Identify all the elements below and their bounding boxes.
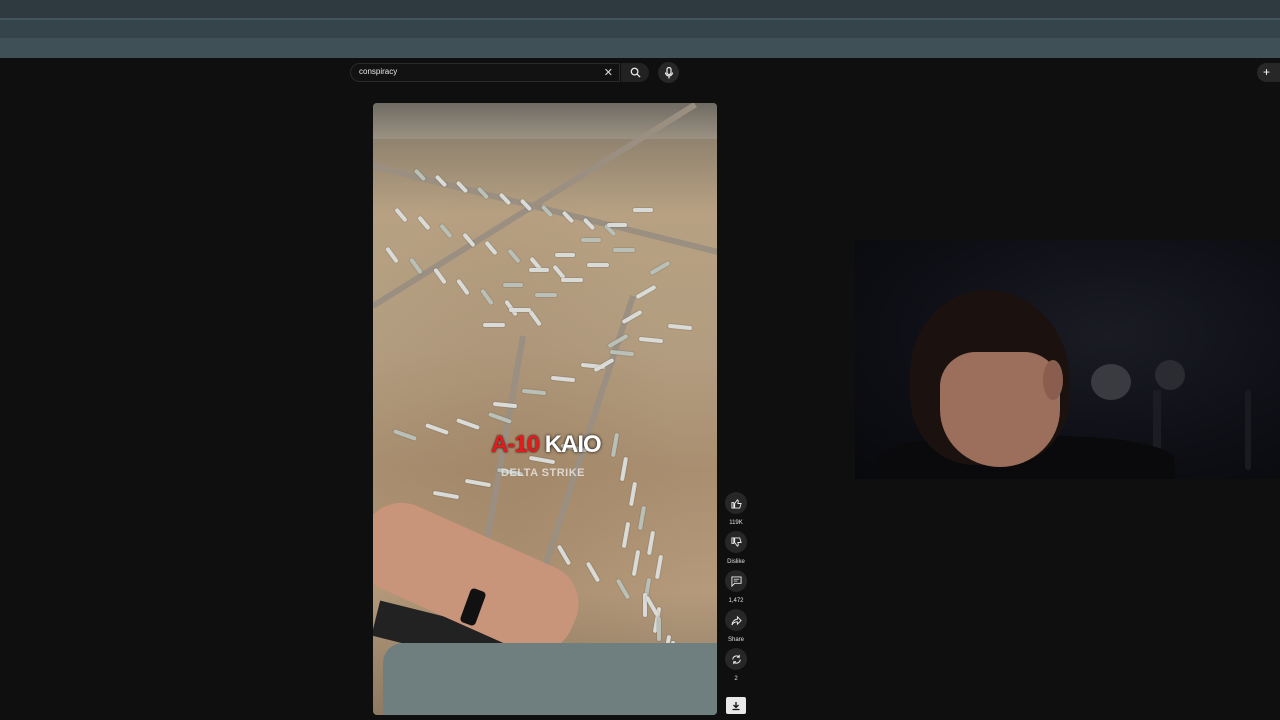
create-button[interactable]: + xyxy=(1257,63,1280,82)
search-icon xyxy=(630,67,641,78)
aircraft xyxy=(480,288,494,306)
aircraft xyxy=(637,506,646,531)
aircraft xyxy=(432,490,460,500)
aircraft xyxy=(668,323,693,331)
aircraft xyxy=(424,423,449,436)
close-icon[interactable]: ✕ xyxy=(604,66,613,79)
aircraft xyxy=(534,293,557,297)
aircraft xyxy=(551,375,576,383)
aircraft xyxy=(528,268,549,272)
aircraft xyxy=(655,554,664,580)
aircraft xyxy=(645,595,660,617)
aircraft xyxy=(527,309,542,327)
aircraft xyxy=(632,208,653,212)
aircraft xyxy=(554,253,575,257)
aircraft xyxy=(464,479,492,488)
aircraft xyxy=(385,246,399,264)
aircraft xyxy=(606,223,627,227)
aircraft xyxy=(393,429,417,441)
aircraft xyxy=(639,336,664,344)
aircraft xyxy=(586,561,601,583)
aircraft xyxy=(484,240,498,256)
download-button[interactable] xyxy=(726,697,746,714)
aircraft xyxy=(503,283,523,287)
dislike-action[interactable]: Dislike xyxy=(723,531,749,565)
webcam-boom-arm xyxy=(1245,390,1251,470)
aircraft xyxy=(508,308,531,312)
webcam-microphone xyxy=(1091,364,1131,400)
search-input[interactable]: conspiracy ✕ xyxy=(350,63,620,82)
aircraft xyxy=(483,323,505,327)
aircraft xyxy=(619,457,628,482)
aircraft xyxy=(394,207,408,223)
aircraft xyxy=(628,481,637,507)
comment-count: 1,472 xyxy=(728,598,744,604)
aircraft xyxy=(586,263,609,267)
video-overlay-title: A-10 KAIO xyxy=(491,431,602,459)
remix-count: 2 xyxy=(734,676,738,682)
thumbs-up-icon xyxy=(730,498,742,509)
aircraft xyxy=(612,248,635,252)
like-count: 119K xyxy=(729,520,743,526)
aircraft xyxy=(416,215,431,231)
dislike-button[interactable] xyxy=(725,531,747,553)
like-button[interactable] xyxy=(725,492,747,514)
aircraft xyxy=(615,578,631,600)
video-seat xyxy=(383,643,717,715)
webcam-overlay xyxy=(855,240,1280,479)
aircraft xyxy=(580,238,601,242)
webcam-equipment xyxy=(1155,360,1185,390)
plus-icon: + xyxy=(1263,65,1271,79)
overlay-title-red: A-10 xyxy=(491,431,540,458)
share-action[interactable]: Share xyxy=(723,609,749,643)
search-query-text[interactable]: conspiracy xyxy=(359,67,397,76)
video-overlay-subtitle: DELTA STRIKE xyxy=(501,467,586,479)
aircraft xyxy=(635,285,657,300)
webcam-person-face xyxy=(940,352,1060,467)
aircraft xyxy=(560,278,583,282)
comments-action[interactable]: 1,472 xyxy=(723,570,749,604)
short-video-player[interactable]: A-10 KAIO DELTA STRIKE xyxy=(373,103,717,715)
voice-search-button[interactable] xyxy=(658,62,679,83)
share-icon xyxy=(730,615,742,625)
aircraft xyxy=(456,417,480,430)
webcam-person-ear xyxy=(1043,360,1063,400)
thumbs-down-icon xyxy=(730,536,742,547)
remix-button[interactable] xyxy=(725,648,747,670)
aircraft xyxy=(456,278,471,296)
dislike-label: Dislike xyxy=(727,559,745,565)
aircraft xyxy=(507,248,521,264)
share-button[interactable] xyxy=(725,609,747,631)
like-action[interactable]: 119K xyxy=(723,492,749,526)
download-icon xyxy=(732,701,740,710)
aircraft xyxy=(646,530,655,555)
browser-tab-strip xyxy=(0,0,1280,18)
aircraft xyxy=(649,260,671,276)
aircraft xyxy=(657,617,661,642)
remix-action[interactable]: 2 xyxy=(723,648,749,682)
overlay-title-white: KAIO xyxy=(544,431,602,458)
aircraft xyxy=(632,550,641,577)
aircraft xyxy=(439,223,453,239)
aircraft xyxy=(621,521,631,549)
aircraft xyxy=(432,267,447,285)
microphone-icon xyxy=(664,66,673,78)
aircraft xyxy=(522,388,547,396)
remix-icon xyxy=(731,654,741,664)
browser-bookmarks-bar xyxy=(0,38,1280,58)
aircraft xyxy=(610,432,620,458)
aircraft xyxy=(556,544,572,566)
comments-button[interactable] xyxy=(725,570,747,592)
comment-icon xyxy=(730,575,742,587)
aircraft xyxy=(408,257,423,275)
browser-address-bar[interactable]: ▭ ☆ xyxy=(0,20,1280,54)
search-button[interactable] xyxy=(621,63,649,82)
share-label: Share xyxy=(727,637,744,643)
